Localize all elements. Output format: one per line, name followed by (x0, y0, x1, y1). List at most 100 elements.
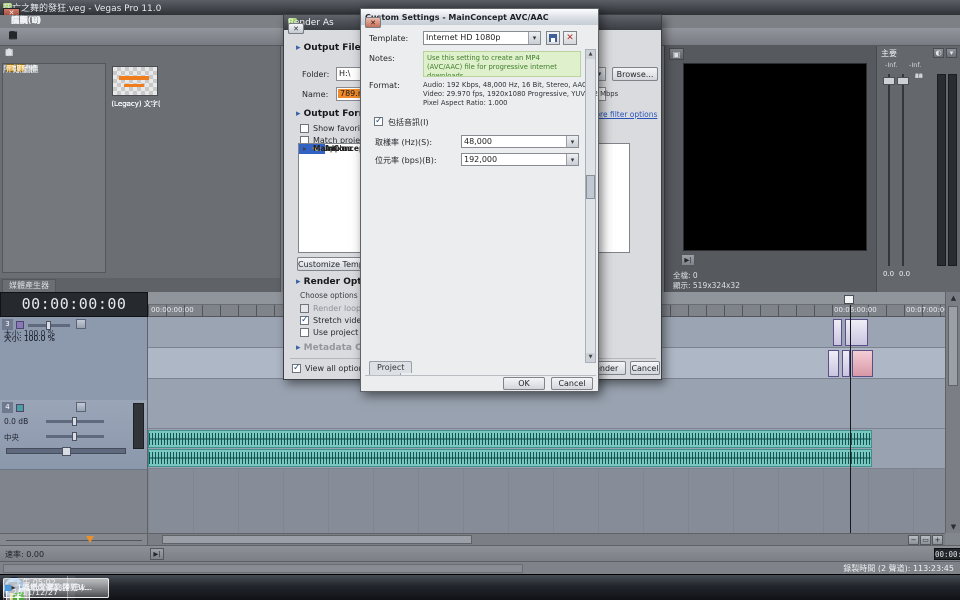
settings-scrollbar[interactable]: ▲ ▼ (585, 49, 596, 363)
help-icon[interactable]: ? (5, 29, 21, 44)
show-desktop-button[interactable] (67, 576, 75, 600)
timeline-time-display[interactable]: 00:00:00:00 (0, 292, 148, 317)
floppy-icon (549, 34, 557, 42)
status-message-area (3, 564, 523, 573)
scroll-up-arrow[interactable]: ▲ (946, 292, 960, 304)
save-snapshot-icon[interactable]: ▣ (669, 48, 684, 60)
scroll-down-arrow[interactable]: ▼ (946, 521, 960, 533)
tabs-separator (365, 375, 596, 376)
event-clip[interactable] (842, 350, 850, 377)
close-icon[interactable] (365, 17, 381, 28)
show-favorites-label: Show favorit (313, 124, 363, 133)
event-clip[interactable] (845, 319, 868, 346)
template-row[interactable]: ★ MainConcept MP (299, 144, 313, 154)
delete-template-icon[interactable]: ✕ (563, 31, 577, 45)
track-fader[interactable] (6, 448, 126, 454)
scroll-up-arrow[interactable]: ▲ (586, 50, 595, 59)
view-all-options-label: View all options (305, 364, 368, 373)
media-panel-toolbar: ⇓◉♪▦✚≡ (2, 47, 278, 61)
track-number: 4 (2, 402, 13, 413)
output-file-section[interactable]: Output File: (296, 43, 364, 53)
zoom-in-button[interactable]: + (932, 535, 943, 545)
audio-track-header[interactable]: 4 0.0 dB 中央 (0, 400, 148, 470)
pan-slider[interactable] (46, 435, 104, 438)
timeline-horizontal-scrollbar[interactable]: − ▭ + (148, 533, 945, 545)
peak-readout-left[interactable]: -Inf. (885, 61, 897, 69)
volume-slider[interactable] (46, 420, 104, 423)
track-meter (133, 403, 144, 449)
sample-rate-label: 取樣率 (Hz)(S): (375, 137, 432, 148)
windows-taskbar: ▤ e 【新醒醒】諸問V... ≡ 新增文字文件 (3)... ▶e99▤✦✚ … (0, 574, 960, 600)
ok-button[interactable]: OK (503, 377, 545, 390)
media-bins-tree: 所有媒體 媒體櫃 (2, 63, 106, 273)
menu-item[interactable]: 說明(H) (4, 15, 48, 28)
folder-label: Folder: (302, 70, 329, 79)
track-row-4-audio[interactable] (148, 429, 945, 469)
preview-go-to-end-button[interactable]: ▶| (681, 254, 695, 266)
event-clip[interactable] (852, 350, 873, 377)
track-pan-label[interactable]: 中央 (4, 432, 19, 443)
go-to-end-button[interactable]: ▶| (150, 548, 164, 560)
master-fader-right[interactable] (897, 74, 909, 266)
media-bin-item[interactable]: 媒體櫃 (3, 64, 13, 77)
tray-blue-icon[interactable]: ■ (3, 583, 13, 593)
settings-tab[interactable]: Project (369, 361, 412, 373)
track-list-empty-area (0, 470, 148, 533)
stretch-video-checkbox[interactable] (300, 316, 309, 325)
zoom-out-button[interactable]: − (908, 535, 919, 545)
preview-toolbar: ▦▾▾▤▣ (669, 48, 873, 61)
track-fx-button[interactable] (76, 319, 86, 329)
bit-rate-combobox[interactable]: 192,000 (461, 153, 579, 166)
media-thumbnail[interactable] (112, 66, 158, 96)
close-icon[interactable] (288, 23, 304, 34)
event-clip[interactable] (828, 350, 839, 377)
scroll-thumb[interactable] (586, 175, 595, 199)
rate-slider-handle[interactable] (86, 536, 94, 543)
render-loop-region-checkbox[interactable] (300, 304, 309, 313)
horizontal-scroll-thumb[interactable] (162, 535, 472, 544)
peak-readout-right[interactable]: -Inf. (909, 61, 921, 69)
taskbar-clock[interactable]: 上午 05:02 2011/12/27 (7, 578, 63, 598)
window-title: 死亡之舞的發狂.veg - Vegas Pro 11.0 (3, 1, 161, 14)
ruler-time-label: 00:00:00:00 (151, 306, 194, 314)
timeline-vertical-scrollbar[interactable]: ▲ ▼ (945, 292, 960, 533)
event-clip[interactable] (833, 319, 842, 346)
save-template-icon[interactable] (546, 31, 560, 45)
sample-rate-combobox[interactable]: 48,000 (461, 135, 579, 148)
scroll-down-arrow[interactable]: ▼ (586, 353, 595, 362)
show-favorites-checkbox[interactable] (300, 124, 309, 133)
timeline-marker-handle[interactable] (844, 295, 854, 304)
render-cancel-button[interactable]: Cancel (630, 361, 660, 375)
timeline-cursor[interactable] (850, 305, 851, 533)
media-properties-icon[interactable]: ≡ (2, 47, 16, 60)
system-tray: ▴■■■ 上午 05:02 2011/12/27 (3, 576, 75, 600)
time-field[interactable]: 00:00:00:00 (934, 548, 960, 560)
include-audio-checkbox[interactable] (374, 117, 383, 126)
view-all-options-checkbox[interactable] (292, 364, 301, 373)
notes-label: Notes: (369, 54, 395, 63)
clock-date: 2011/12/27 (12, 588, 58, 598)
track-fx-button[interactable] (76, 402, 86, 412)
audio-waveform-right[interactable] (148, 449, 872, 467)
downmix-output-icon[interactable]: ◐ (933, 48, 944, 58)
customize-template-button[interactable]: Customize Templ... (297, 257, 365, 271)
browse-button[interactable]: Browse... (612, 67, 658, 81)
notes-text[interactable]: Use this setting to create an MP4 (AVC/A… (423, 51, 581, 77)
custom-dialog-titlebar[interactable]: Custom Settings - MainConcept AVC/AAC (361, 9, 598, 25)
master-meter-left (937, 74, 946, 266)
more-filter-options-link[interactable]: More filter options (589, 110, 657, 119)
audio-waveform-left[interactable] (148, 430, 872, 448)
vertical-scroll-thumb[interactable] (948, 306, 958, 386)
track-composite-slider[interactable] (28, 324, 70, 327)
mute-output-icon[interactable]: ▾ (946, 48, 957, 58)
docking-tab[interactable]: 媒體產生器 (2, 279, 56, 292)
master-fader-left[interactable] (883, 74, 895, 266)
playback-rate-slider[interactable] (0, 533, 148, 545)
track-volume-label[interactable]: 0.0 dB (4, 417, 28, 426)
template-combobox[interactable]: Internet HD 1080p (423, 31, 541, 45)
track-size-label[interactable]: 大小: 100.0 % (4, 328, 55, 339)
cancel-button[interactable]: Cancel (551, 377, 593, 390)
delete-x-icon: ✕ (564, 32, 576, 44)
zoom-normal-button[interactable]: ▭ (920, 535, 931, 545)
use-project-output-checkbox[interactable] (300, 328, 309, 337)
